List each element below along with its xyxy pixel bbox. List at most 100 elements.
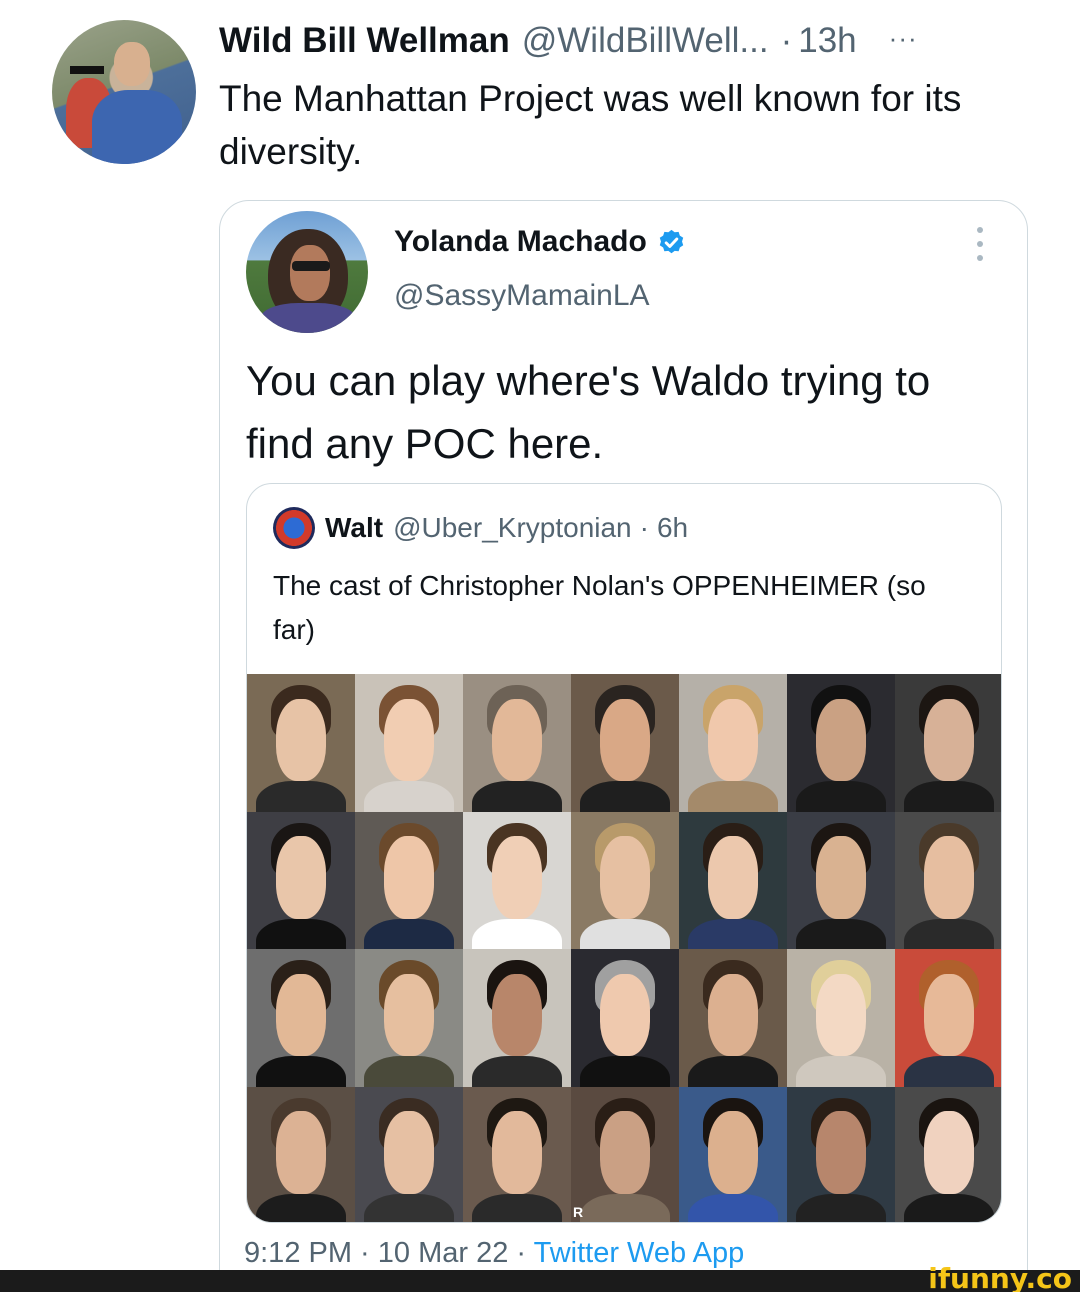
cast-portrait (679, 1086, 787, 1222)
cast-portrait (679, 674, 787, 812)
display-name[interactable]: Wild Bill Wellman (219, 21, 510, 61)
cast-portrait (355, 811, 463, 949)
cast-photo-grid[interactable]: R (247, 674, 1001, 1222)
source-app-link[interactable]: Twitter Web App (534, 1237, 745, 1269)
portrait-body (903, 781, 995, 812)
cast-portrait (355, 949, 463, 1087)
cast-portrait (247, 1086, 355, 1222)
portrait-body (363, 781, 455, 812)
portrait-body (471, 781, 563, 812)
portrait-face (924, 836, 974, 919)
tweet-header: Wild Bill Wellman @WildBillWell... · 13h… (219, 18, 918, 64)
portrait-face (816, 698, 866, 782)
quoted-avatar[interactable] (273, 507, 315, 549)
portrait-body (579, 781, 671, 812)
cast-portrait (571, 674, 679, 812)
portrait-face (492, 698, 542, 782)
embedded-avatar[interactable] (246, 211, 368, 333)
portrait-face (384, 973, 434, 1057)
ifunny-watermark: ifunny.co (928, 1262, 1072, 1292)
portrait-face (276, 836, 326, 919)
cast-portrait (787, 674, 895, 812)
cast-portrait (679, 949, 787, 1087)
cast-portrait (787, 811, 895, 949)
portrait-face (384, 836, 434, 919)
avatar[interactable] (52, 20, 196, 164)
portrait-face (924, 973, 974, 1057)
separator-dot: · (780, 21, 793, 60)
portrait-body (363, 1193, 455, 1222)
quoted-time[interactable]: 6h (657, 512, 688, 544)
cast-portrait (247, 674, 355, 812)
portrait-face (924, 1111, 974, 1194)
portrait-body (363, 918, 455, 949)
avatar-shirt (92, 90, 182, 164)
portrait-body (903, 1056, 995, 1087)
portrait-body (687, 781, 779, 812)
cast-portrait (355, 674, 463, 812)
avatar-top (260, 303, 356, 333)
portrait-face (816, 1111, 866, 1194)
portrait-face (276, 973, 326, 1057)
portrait-body (579, 1193, 671, 1222)
cast-portrait (787, 1086, 895, 1222)
portrait-body (687, 918, 779, 949)
portrait-body (579, 1056, 671, 1087)
quoted-display-name[interactable]: Walt (325, 512, 383, 544)
portrait-body (471, 1193, 563, 1222)
portrait-face (492, 836, 542, 919)
portrait-body (795, 1056, 887, 1087)
portrait-body (903, 918, 995, 949)
portrait-face (708, 1111, 758, 1194)
cast-portrait (463, 949, 571, 1087)
cast-portrait (787, 949, 895, 1087)
cast-portrait (463, 1086, 571, 1222)
cast-portrait (895, 1086, 1001, 1222)
embedded-name-label: Yolanda Machado (394, 225, 647, 258)
cast-portrait (895, 949, 1001, 1087)
portrait-body (687, 1056, 779, 1087)
cast-portrait (247, 811, 355, 949)
portrait-face (600, 698, 650, 782)
portrait-face (384, 1111, 434, 1194)
portrait-body (363, 1056, 455, 1087)
portrait-face (816, 836, 866, 919)
portrait-body (255, 1056, 347, 1087)
kebab-dot (977, 255, 983, 261)
cast-portrait: R (571, 1086, 679, 1222)
quoted-tweet[interactable]: Walt @Uber_Kryptonian · 6h The cast of C… (246, 483, 1002, 1223)
embedded-tweet-text: You can play where's Waldo trying to fin… (246, 357, 931, 467)
more-horizontal-icon[interactable]: ··· (889, 23, 918, 54)
cast-portrait (463, 674, 571, 812)
portrait-body (795, 918, 887, 949)
cast-portrait (355, 1086, 463, 1222)
tweet-text: The Manhattan Project was well known for… (219, 78, 962, 172)
kebab-dot (977, 241, 983, 247)
portrait-body (255, 918, 347, 949)
embedded-tweet-card[interactable]: Yolanda Machado @SassyMamainLA You can p… (219, 200, 1028, 1292)
quoted-tweet-text: The cast of Christopher Nolan's OPPENHEI… (273, 570, 926, 645)
cast-portrait (895, 811, 1001, 949)
embedded-display-name[interactable]: Yolanda Machado (394, 225, 686, 259)
portrait-body (795, 1193, 887, 1222)
separator-dot: · (639, 512, 649, 543)
more-vertical-icon[interactable] (975, 227, 985, 261)
portrait-body (579, 918, 671, 949)
portrait-body (903, 1193, 995, 1222)
cast-portrait (463, 811, 571, 949)
portrait-face (492, 973, 542, 1057)
timestamp-text[interactable]: 9:12 PM · 10 Mar 22 · (244, 1237, 534, 1269)
verified-badge-icon (659, 229, 684, 253)
tweet-timestamp: 9:12 PM · 10 Mar 22 · Twitter Web App (244, 1237, 744, 1270)
portrait-face (600, 836, 650, 919)
portrait-body (255, 1193, 347, 1222)
quoted-handle[interactable]: @Uber_Kryptonian (393, 512, 632, 544)
cast-portrait (247, 949, 355, 1087)
portrait-face (816, 973, 866, 1057)
portrait-face (492, 1111, 542, 1194)
portrait-face (384, 698, 434, 782)
user-handle[interactable]: @WildBillWell... (522, 21, 769, 61)
tweet-time[interactable]: 13h (798, 21, 856, 61)
portrait-face (600, 1111, 650, 1194)
embedded-handle[interactable]: @SassyMamainLA (394, 279, 650, 313)
